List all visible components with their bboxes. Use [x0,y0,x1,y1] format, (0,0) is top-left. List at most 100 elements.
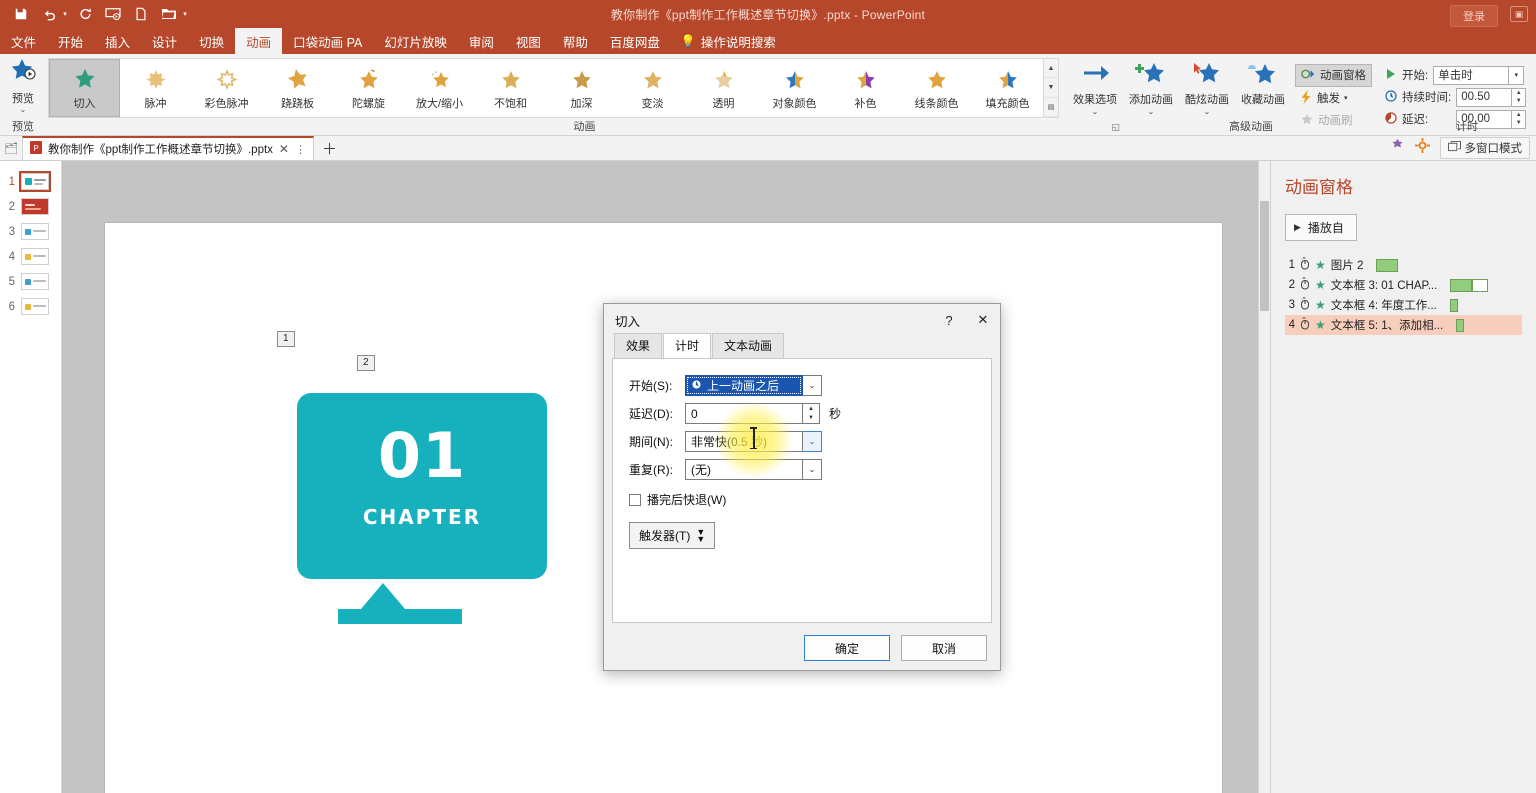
chevron-down-icon[interactable]: ▾ [1344,94,1348,102]
duration-combobox[interactable]: 非常快(0.5 秒) [685,431,803,452]
menu-item-design[interactable]: 设计 [141,28,188,54]
animation-list-item[interactable]: 2 ★ 文本框 3: 01 CHAP... [1285,275,1522,295]
new-tab-icon[interactable]: ＋ [322,138,337,159]
menu-item-help[interactable]: 帮助 [552,28,599,54]
anim-item-maichong[interactable]: 脉冲 [120,59,191,117]
gallery-scrollbar[interactable]: ▲ ▼ ▤ [1043,59,1058,117]
timing-start-value[interactable]: 单击时 [1433,66,1509,85]
animation-timeline[interactable] [1446,279,1488,292]
trigger-button[interactable]: 触发 ▾ [1295,88,1372,109]
menu-item-baidu-netdisk[interactable]: 百度网盘 [599,28,671,54]
menu-item-home[interactable]: 开始 [47,28,94,54]
animation-tag-1[interactable]: 1 [277,331,295,347]
start-presentation-icon[interactable] [100,2,126,26]
gear-icon[interactable] [1415,138,1430,158]
chevron-down-icon[interactable]: ⌄ [1204,109,1211,114]
undo-dropdown-icon[interactable]: ▾ [60,10,70,18]
slide-vertical-scrollbar[interactable] [1258,161,1270,793]
slide-thumbnail-pane[interactable]: 1 2 3 [0,161,62,793]
gallery-scroll-up-icon[interactable]: ▲ [1044,59,1058,78]
slide-preview[interactable] [21,198,49,215]
slide-preview[interactable] [21,298,49,315]
animation-list-item[interactable]: 4 ★ 文本框 5: 1、添加相... [1285,315,1522,335]
menu-item-slideshow[interactable]: 幻灯片放映 [373,28,458,54]
anim-item-biandan[interactable]: 变淡 [617,59,688,117]
slide-thumbnail-1[interactable]: 1 [0,169,61,194]
tab-text-animation[interactable]: 文本动画 [712,333,784,358]
anim-item-bubaohe[interactable]: 不饱和 [475,59,546,117]
slide-thumbnail-2[interactable]: 2 [0,194,61,219]
start-combobox[interactable]: 上一动画之后 [685,375,803,396]
scrollbar-thumb[interactable] [1260,201,1269,311]
gallery-scroll-down-icon[interactable]: ▼ [1044,78,1058,97]
animation-list-item[interactable]: 3 ★ 文本框 4: 年度工作... [1285,295,1522,315]
animation-timeline[interactable] [1446,299,1458,312]
repeat-combobox[interactable]: (无) [685,459,803,480]
trigger-expand-button[interactable]: 触发器(T) ▼▼ [629,522,715,549]
new-file-icon[interactable] [128,2,154,26]
multiwindow-mode-button[interactable]: 多窗口模式 [1440,137,1531,159]
slide-preview[interactable] [21,173,49,190]
delay-input[interactable]: 0 [685,403,803,424]
menu-item-file[interactable]: 文件 [0,28,47,54]
close-icon[interactable]: ✕ [966,305,1000,335]
anim-item-touming[interactable]: 透明 [688,59,759,117]
anim-item-tianchongyanse[interactable]: 填充颜色 [972,59,1043,117]
animation-timeline[interactable] [1372,259,1398,272]
timing-duration-value[interactable]: 00.50 [1456,88,1512,107]
repeat-dropdown-icon[interactable]: ⌄ [803,459,822,480]
plugin-icon[interactable] [1390,138,1405,158]
chevron-down-icon[interactable]: ⌄ [1092,109,1099,114]
tab-list-icon[interactable]: 🗂 [0,142,22,155]
play-from-button[interactable]: ▶ 播放自 [1285,214,1357,241]
save-icon[interactable] [8,2,34,26]
close-icon[interactable]: ✕ [279,142,289,156]
menu-item-animations[interactable]: 动画 [235,28,282,54]
open-folder-icon[interactable] [156,2,182,26]
signin-button[interactable]: 登录 [1450,5,1498,27]
duration-dropdown-icon[interactable]: ⌄ [803,431,822,452]
chevron-down-icon[interactable]: ⌄ [1148,109,1155,114]
redo-icon[interactable] [72,2,98,26]
anim-item-fangdasuoxiao[interactable]: 放大/缩小 [404,59,475,117]
monitor-shape[interactable]: 01 CHAPTER [297,393,547,579]
menu-item-view[interactable]: 视图 [505,28,552,54]
slide-thumbnail-5[interactable]: 5 [0,269,61,294]
anim-item-tuoluoxuan[interactable]: 陀螺旋 [333,59,404,117]
slide-thumbnail-4[interactable]: 4 [0,244,61,269]
customize-quick-access-icon[interactable]: ▾ [180,10,190,18]
help-icon[interactable]: ? [932,305,966,335]
menu-item-insert[interactable]: 插入 [94,28,141,54]
tab-timing[interactable]: 计时 [663,333,711,359]
anim-item-caisemaichong[interactable]: 彩色脉冲 [191,59,262,117]
effect-options-dialog[interactable]: 切入 ? ✕ 效果 计时 文本动画 开始(S): 上一动画之后 [603,303,1001,671]
slide-thumbnail-6[interactable]: 6 [0,294,61,319]
rewind-checkbox-row[interactable]: 播完后快退(W) [629,491,991,508]
tab-menu-icon[interactable]: ⋮ [295,143,306,156]
animation-gallery[interactable]: 切入 脉冲 彩色脉冲 跷跷板 陀螺旋 [48,58,1059,118]
rewind-checkbox[interactable] [629,494,641,506]
anim-item-buse[interactable]: 补色 [830,59,901,117]
menu-item-transitions[interactable]: 切换 [188,28,235,54]
gallery-expand-icon[interactable]: ▤ [1044,98,1058,117]
slide-preview[interactable] [21,273,49,290]
anim-item-xiantiaoyanse[interactable]: 线条颜色 [901,59,972,117]
ribbon-display-options-icon[interactable]: ▣ [1510,6,1528,22]
menu-item-pocket-animation[interactable]: 口袋动画 PA [282,28,373,54]
slide-preview[interactable] [21,223,49,240]
tell-me-search[interactable]: 💡 操作说明搜索 [671,28,786,54]
anim-item-jiashen[interactable]: 加深 [546,59,617,117]
timing-duration-spinner[interactable]: ▲▼ [1512,88,1526,107]
menu-item-review[interactable]: 审阅 [458,28,505,54]
delay-spinner[interactable]: ▲▼ [803,403,820,424]
anim-item-qiaoqiaoban[interactable]: 跷跷板 [262,59,333,117]
document-tab[interactable]: P 教你制作《ppt制作工作概述章节切换》.pptx ✕ ⋮ [22,136,314,160]
timing-start-dropdown-icon[interactable]: ▾ [1509,66,1524,85]
animation-list-item[interactable]: 1 ★ 图片 2 [1285,255,1522,275]
tab-effect[interactable]: 效果 [614,333,662,358]
slide-preview[interactable] [21,248,49,265]
start-dropdown-icon[interactable]: ⌄ [803,375,822,396]
ok-button[interactable]: 确定 [804,635,890,661]
animation-timeline[interactable] [1452,319,1464,332]
animation-pane-button[interactable]: 动画窗格 [1295,64,1372,87]
